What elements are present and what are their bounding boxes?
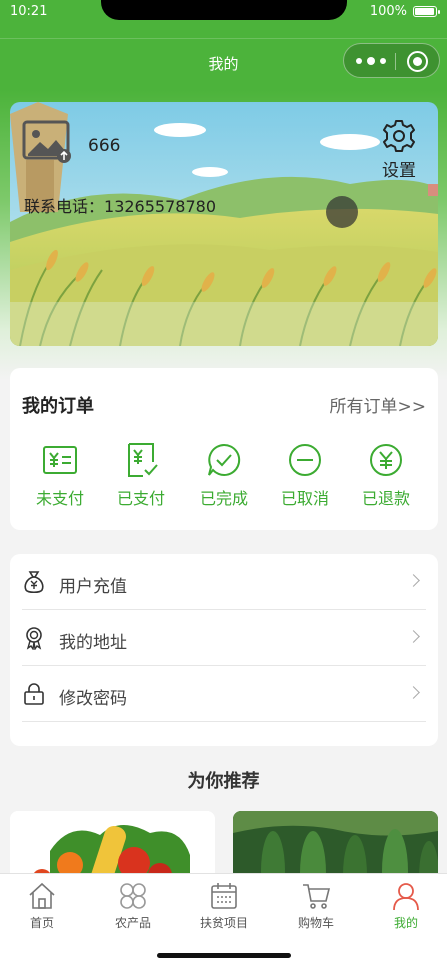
order-status-refunded[interactable]: 已退款 [351, 442, 421, 509]
profile-card: 666 设置 联系电话：13265578780 [10, 102, 438, 346]
order-status-unpaid[interactable]: 未支付 [25, 442, 95, 509]
tab-label: 首页 [29, 916, 54, 930]
all-orders-link[interactable]: 所有订单>> [330, 392, 427, 417]
mini-program-capsule [343, 43, 440, 78]
capsule-divider [395, 53, 396, 70]
badge-icon [26, 627, 42, 650]
more-options-icon[interactable] [356, 54, 386, 68]
recommend-title: 为你推荐 [187, 771, 260, 792]
avatar-placeholder-icon[interactable] [22, 118, 74, 164]
lock-icon [24, 683, 44, 705]
cart-icon [303, 884, 331, 909]
user-icon [393, 883, 419, 911]
close-mini-program-icon[interactable] [407, 51, 428, 72]
menu-item-label: 我的地址 [59, 633, 127, 653]
order-status-paid[interactable]: 已支付 [106, 442, 176, 509]
account-menu: 用户充值 我的地址 修改密码 [10, 554, 438, 746]
calendar-icon [211, 883, 237, 909]
order-status-completed[interactable]: 已完成 [189, 442, 259, 509]
menu-item-address[interactable]: 我的地址 [22, 610, 426, 666]
order-status-label: 已退款 [361, 489, 410, 508]
tab-home[interactable]: 首页 [7, 881, 77, 931]
settings-button[interactable]: 设置 [374, 118, 424, 181]
order-status-label: 已支付 [116, 489, 165, 508]
gear-icon [383, 120, 415, 152]
completed-icon [208, 443, 241, 476]
unpaid-icon [43, 446, 77, 474]
device-notch [101, 0, 347, 20]
menu-item-recharge[interactable]: 用户充值 [22, 554, 426, 610]
menu-item-label: 用户充值 [59, 577, 127, 597]
home-indicator [157, 953, 291, 958]
tab-mine[interactable]: 我的 [371, 881, 441, 931]
status-time: 10:21 [10, 4, 48, 19]
bottom-tab-bar: 首页 农产品 扶贫项目 购物车 我的 [0, 873, 447, 963]
refunded-icon [370, 444, 402, 476]
battery-level: 100% [369, 4, 407, 19]
tab-label: 购物车 [297, 916, 334, 930]
order-status-label: 已完成 [199, 489, 248, 508]
menu-item-change-password[interactable]: 修改密码 [22, 666, 426, 722]
cancelled-icon [289, 444, 321, 476]
contact-phone: 联系电话：13265578780 [24, 193, 216, 217]
settings-label: 设置 [382, 161, 416, 181]
username: 666 [88, 136, 121, 156]
chevron-right-icon [407, 574, 420, 587]
orders-title: 我的订单 [22, 396, 94, 417]
tab-poverty-projects[interactable]: 扶贫项目 [189, 881, 259, 931]
floating-assistive-button[interactable] [326, 196, 358, 228]
status-bar: 10:21 100% [0, 0, 447, 26]
order-status-label: 已取消 [280, 489, 329, 508]
grid-icon [120, 883, 146, 909]
phone-number: 13265578780 [104, 197, 216, 216]
orders-card: 我的订单 所有订单>> 未支付 已支付 已完成 已取消 已退款 [10, 368, 438, 530]
order-status-cancelled[interactable]: 已取消 [270, 442, 340, 509]
nav-bar: 我的 [0, 38, 447, 88]
tab-label: 我的 [393, 916, 418, 930]
battery-icon [413, 6, 440, 17]
paid-icon [128, 443, 158, 477]
tab-label: 扶贫项目 [199, 916, 248, 930]
phone-label: 联系电话： [24, 197, 105, 216]
order-status-label: 未支付 [35, 489, 84, 508]
tab-cart[interactable]: 购物车 [281, 881, 351, 931]
tab-products[interactable]: 农产品 [98, 881, 168, 931]
home-icon [29, 882, 55, 909]
chevron-right-icon [407, 686, 420, 699]
money-bag-icon [24, 571, 44, 594]
tab-label: 农产品 [114, 916, 151, 930]
chevron-right-icon [407, 630, 420, 643]
menu-item-label: 修改密码 [59, 689, 127, 709]
